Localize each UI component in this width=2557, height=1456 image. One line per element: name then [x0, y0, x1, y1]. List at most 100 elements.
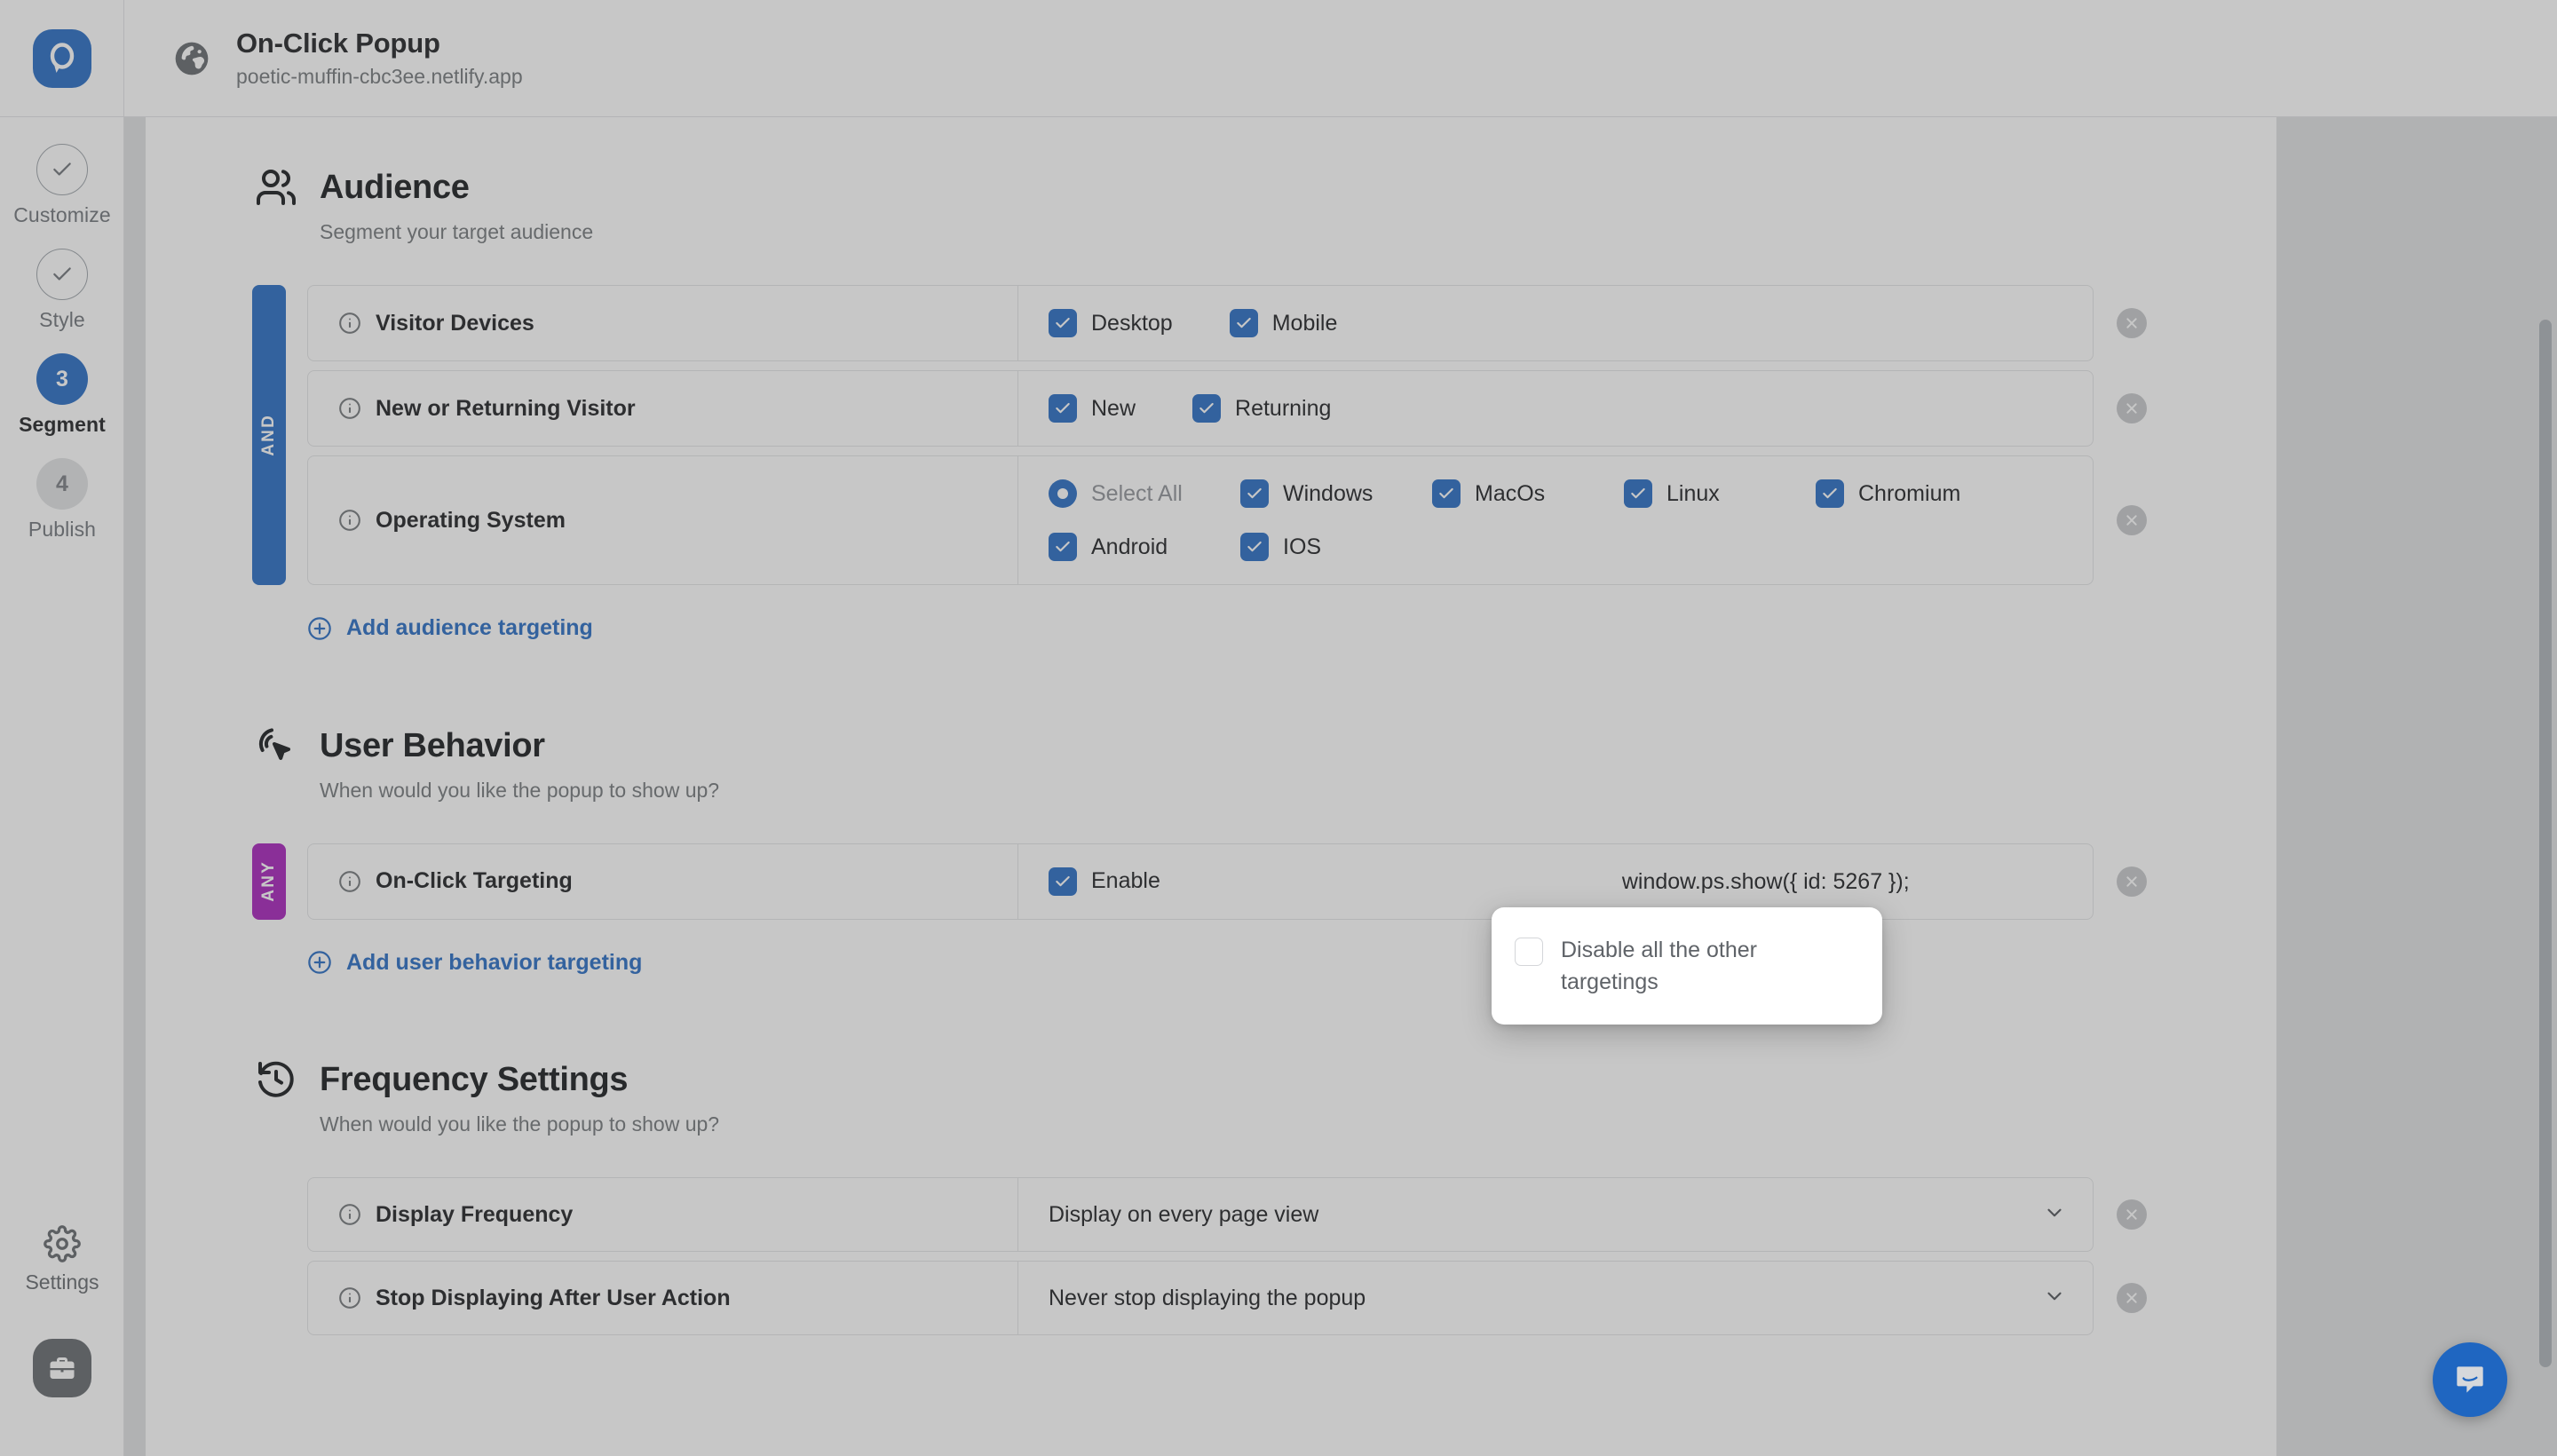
sidebar-step-publish[interactable]: 4 Publish: [0, 458, 124, 542]
check-icon: [1054, 314, 1072, 332]
select-display-frequency[interactable]: Display on every page view: [1018, 1178, 2093, 1251]
select-value: Never stop displaying the popup: [1049, 1286, 1366, 1311]
rule-label: New or Returning Visitor: [376, 396, 636, 422]
globe-glyph: [172, 39, 211, 78]
checkbox-checked-icon: [1240, 479, 1269, 508]
logo-container[interactable]: [0, 0, 124, 117]
checkbox-chromium[interactable]: Chromium: [1816, 472, 2007, 515]
globe-icon: [170, 37, 213, 80]
popupsmart-logo-icon[interactable]: [33, 29, 91, 88]
rule-card-stop-displaying: Stop Displaying After User Action Never …: [307, 1261, 2094, 1335]
checkbox-label: Windows: [1283, 481, 1373, 507]
check-icon: [1437, 485, 1455, 502]
sidebar-item-settings[interactable]: Settings: [0, 1225, 124, 1294]
audience-rules: AND Visitor Devices: [252, 285, 2170, 585]
rule-list: Display Frequency Display on every page …: [307, 1177, 2170, 1335]
remove-rule-button[interactable]: [2117, 308, 2147, 338]
sidebar-step-customize[interactable]: Customize: [0, 144, 124, 227]
remove-rule-button[interactable]: [2117, 393, 2147, 423]
rule-label-cell: Operating System: [308, 456, 1018, 584]
conjunction-badge-and[interactable]: AND: [252, 285, 286, 585]
sidebar-step-style[interactable]: Style: [0, 249, 124, 332]
step-circle-segment: 3: [36, 353, 88, 405]
remove-rule-button[interactable]: [2117, 505, 2147, 535]
chat-bubble-icon[interactable]: [2433, 1342, 2507, 1417]
sidebar-step-segment[interactable]: 3 Segment: [0, 353, 124, 437]
section-title: Audience: [320, 163, 470, 211]
conjunction-badge-none: [252, 1177, 286, 1335]
check-icon: [1821, 485, 1839, 502]
close-icon: [2125, 401, 2139, 415]
scrollbar-thumb[interactable]: [2539, 320, 2552, 1367]
checkbox-enable[interactable]: Enable: [1049, 860, 1160, 903]
radio-selected-icon: [1049, 479, 1077, 508]
info-icon[interactable]: [338, 397, 361, 420]
onclick-snippet[interactable]: window.ps.show({ id: 5267 });: [1622, 864, 1910, 899]
conjunction-badge-any[interactable]: ANY: [252, 843, 286, 920]
add-user-behavior-targeting-button[interactable]: Add user behavior targeting: [307, 950, 642, 976]
step-circle-style: [36, 249, 88, 300]
radio-select-all[interactable]: Select All: [1049, 472, 1240, 515]
rule-label-cell: Visitor Devices: [308, 286, 1018, 360]
disable-other-targetings-popover[interactable]: Disable all the other targetings: [1492, 907, 1882, 1025]
checkbox-android[interactable]: Android: [1049, 526, 1240, 568]
section-title: User Behavior: [320, 722, 545, 770]
table-row: On-Click Targeting Enable: [307, 843, 2170, 920]
rule-value-cell: Desktop Mobile: [1018, 286, 2093, 360]
rule-value-cell: New Returning: [1018, 371, 2093, 446]
conjunction-label: AND: [259, 414, 279, 456]
rule-card-new-returning: New or Returning Visitor New: [307, 370, 2094, 447]
remove-rule-button[interactable]: [2117, 866, 2147, 897]
check-icon: [1054, 538, 1072, 556]
rule-label: Operating System: [376, 508, 566, 534]
page-url: poetic-muffin-cbc3ee.netlify.app: [236, 65, 523, 89]
frequency-rules: Display Frequency Display on every page …: [252, 1177, 2170, 1335]
rule-label: Visitor Devices: [376, 311, 534, 336]
rule-remove-cell: [2094, 843, 2170, 920]
checkbox-label: Mobile: [1272, 311, 1338, 336]
checkbox-desktop[interactable]: Desktop: [1049, 302, 1173, 344]
check-icon: [1235, 314, 1253, 332]
checkbox-new[interactable]: New: [1049, 387, 1136, 430]
info-icon[interactable]: [338, 312, 361, 335]
gear-icon: [44, 1225, 81, 1262]
settings-sheet: Audience Segment your target audience AN…: [146, 117, 2276, 1456]
select-stop-displaying[interactable]: Never stop displaying the popup: [1018, 1262, 2093, 1334]
rule-remove-cell: [2094, 370, 2170, 447]
checkbox-windows[interactable]: Windows: [1240, 472, 1432, 515]
chat-glyph: [2450, 1360, 2490, 1399]
rule-value-cell: Select All Windows: [1018, 456, 2093, 584]
checkbox-checked-icon: [1049, 867, 1077, 896]
cursor-click-glyph: [255, 724, 297, 767]
remove-rule-button[interactable]: [2117, 1283, 2147, 1313]
checkbox-linux[interactable]: Linux: [1624, 472, 1816, 515]
page-header-text: On-Click Popup poetic-muffin-cbc3ee.netl…: [236, 28, 523, 89]
check-icon: [51, 158, 74, 181]
plus-circle-icon: [307, 950, 332, 975]
briefcase-icon[interactable]: [33, 1339, 91, 1397]
chevron-down-icon: [2043, 1201, 2066, 1229]
checkbox-mobile[interactable]: Mobile: [1230, 302, 1338, 344]
checkbox-returning[interactable]: Returning: [1192, 387, 1331, 430]
wizard-steps: Customize Style 3 Segment 4 Publish: [0, 144, 124, 542]
checkbox-checked-icon: [1624, 479, 1652, 508]
section-header: Frequency Settings: [252, 1056, 2170, 1104]
checkbox-ios[interactable]: IOS: [1240, 526, 1432, 568]
checkbox-disable-other-targetings[interactable]: [1515, 938, 1543, 966]
sidebar-step-label: Publish: [28, 518, 96, 542]
close-icon: [2125, 316, 2139, 330]
info-icon[interactable]: [338, 1286, 361, 1310]
check-icon: [1246, 485, 1263, 502]
rule-label-cell: Stop Displaying After User Action: [308, 1262, 1018, 1334]
section-title: Frequency Settings: [320, 1056, 628, 1104]
add-audience-targeting-button[interactable]: Add audience targeting: [307, 615, 593, 641]
close-icon: [2125, 513, 2139, 527]
rule-label: On-Click Targeting: [376, 868, 573, 894]
info-icon[interactable]: [338, 509, 361, 532]
rule-label-cell: Display Frequency: [308, 1178, 1018, 1251]
remove-rule-button[interactable]: [2117, 1199, 2147, 1230]
info-icon[interactable]: [338, 870, 361, 893]
section-subtitle: When would you like the popup to show up…: [320, 779, 2170, 803]
info-icon[interactable]: [338, 1203, 361, 1226]
checkbox-macos[interactable]: MacOs: [1432, 472, 1624, 515]
